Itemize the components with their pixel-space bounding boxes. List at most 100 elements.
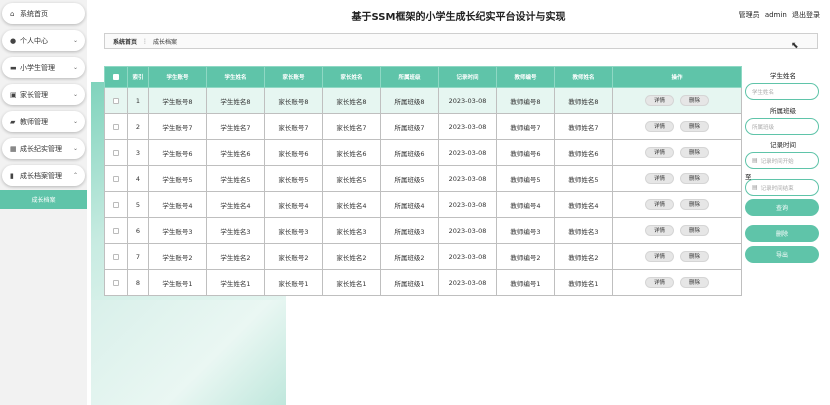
sidebar-item-students[interactable]: ▬ 小学生管理 ⌄ xyxy=(2,57,85,78)
sidebar-item-growth-archive[interactable]: ▮ 成长档案管理 ⌃ xyxy=(2,165,85,186)
row-delete-button[interactable]: 删除 xyxy=(680,199,710,210)
table-cell-index: 1 xyxy=(127,87,149,114)
table-cell-teacher-name: 教师姓名1 xyxy=(554,269,613,296)
detail-button[interactable]: 详情 xyxy=(644,277,674,288)
background-decoration-bottom xyxy=(91,300,286,405)
detail-button[interactable]: 详情 xyxy=(644,199,674,210)
table-cell-class: 所属班级4 xyxy=(380,191,439,218)
table-row[interactable]: 5 学生账号4 学生姓名4 家长账号4 家长姓名4 所属班级4 2023-03-08 教师编号… xyxy=(104,191,742,218)
start-placeholder: 记录时间开始 xyxy=(760,158,794,165)
table-cell-parent-account: 家长账号7 xyxy=(264,113,323,140)
row-checkbox[interactable] xyxy=(104,217,128,244)
table-row[interactable]: 3 学生账号6 学生姓名6 家长账号6 家长姓名6 所属班级6 2023-03-08 教师编号… xyxy=(104,139,742,166)
row-delete-button[interactable]: 删除 xyxy=(680,95,710,106)
table-cell-parent-account: 家长账号2 xyxy=(264,243,323,270)
column-header: 学生账号 xyxy=(148,66,207,88)
row-actions: 详情 删除 xyxy=(612,139,742,166)
row-delete-button[interactable]: 删除 xyxy=(680,173,710,184)
row-checkbox[interactable] xyxy=(104,139,128,166)
sidebar-item-growth-records[interactable]: ▦ 成长纪实管理 ⌄ xyxy=(2,138,85,159)
table-row[interactable]: 1 学生账号8 学生姓名8 家长账号8 家长姓名8 所属班级8 2023-03-08 教师编号… xyxy=(104,87,742,114)
sidebar-item-label: 成长档案管理 xyxy=(20,171,62,180)
column-header: 操作 xyxy=(612,66,742,88)
grid-icon: ▦ xyxy=(10,144,17,153)
table-cell-parent-name: 家长姓名8 xyxy=(322,87,381,114)
row-delete-button[interactable]: 删除 xyxy=(680,277,710,288)
column-header: 记录时间 xyxy=(438,66,497,88)
table-cell-class: 所属班级8 xyxy=(380,87,439,114)
row-checkbox[interactable] xyxy=(104,165,128,192)
column-header: 所属班级 xyxy=(380,66,439,88)
row-delete-button[interactable]: 删除 xyxy=(680,147,710,158)
table-cell-teacher-name: 教师姓名7 xyxy=(554,113,613,140)
page-title: 基于SSM框架的小学生成长纪实平台设计与实现 xyxy=(351,12,566,23)
record-time-end-input[interactable]: ▤ 记录时间结束 xyxy=(745,179,819,196)
row-checkbox[interactable] xyxy=(104,87,128,114)
table-cell-parent-account: 家长账号3 xyxy=(264,217,323,244)
sidebar-item-label: 成长纪实管理 xyxy=(20,144,62,153)
sidebar-subitem-growth-archive[interactable]: 成长档案 xyxy=(0,190,87,209)
table-cell-teacher-no: 教师编号8 xyxy=(496,87,555,114)
column-header: 学生姓名 xyxy=(206,66,265,88)
table-cell-student-name: 学生姓名5 xyxy=(206,165,265,192)
breadcrumb-home[interactable]: 系统首页 xyxy=(113,37,137,46)
record-time-start-input[interactable]: ▤ 记录时间开始 xyxy=(745,152,819,169)
table-row[interactable]: 2 学生账号7 学生姓名7 家长账号7 家长姓名7 所属班级7 2023-03-08 教师编号… xyxy=(104,113,742,140)
table-cell-time: 2023-03-08 xyxy=(438,269,497,296)
table-row[interactable]: 7 学生账号2 学生姓名2 家长账号2 家长姓名2 所属班级2 2023-03-08 教师编号… xyxy=(104,243,742,270)
table-cell-class: 所属班级3 xyxy=(380,217,439,244)
home-icon: ⌂ xyxy=(10,9,15,18)
table-cell-parent-account: 家长账号8 xyxy=(264,87,323,114)
sidebar-item-home[interactable]: ⌂ 系统首页 xyxy=(2,3,85,24)
detail-button[interactable]: 详情 xyxy=(644,225,674,236)
username: admin xyxy=(764,11,787,19)
table-cell-class: 所属班级6 xyxy=(380,139,439,166)
detail-button[interactable]: 详情 xyxy=(644,147,674,158)
sidebar-item-label: 小学生管理 xyxy=(20,63,55,72)
sidebar-item-parents[interactable]: ▣ 家长管理 ⌄ xyxy=(2,84,85,105)
table-cell-student-account: 学生账号7 xyxy=(148,113,207,140)
class-input[interactable]: 所属班级 xyxy=(745,118,819,135)
table-cell-teacher-no: 教师编号5 xyxy=(496,165,555,192)
sidebar-item-teachers[interactable]: ▰ 教师管理 ⌄ xyxy=(2,111,85,132)
export-button[interactable]: 导出 xyxy=(745,246,819,263)
table-row[interactable]: 8 学生账号1 学生姓名1 家长账号1 家长姓名1 所属班级1 2023-03-08 教师编号… xyxy=(104,269,742,296)
table-cell-time: 2023-03-08 xyxy=(438,87,497,114)
row-checkbox[interactable] xyxy=(104,243,128,270)
header: 基于SSM框架的小学生成长纪实平台设计与实现 管理员 admin 退出登录 xyxy=(87,0,830,28)
student-name-label: 学生姓名 xyxy=(770,72,796,80)
row-delete-button[interactable]: 删除 xyxy=(680,121,710,132)
detail-button[interactable]: 详情 xyxy=(644,95,674,106)
select-all-checkbox[interactable] xyxy=(104,66,128,88)
archive-table: 索引 学生账号 学生姓名 家长账号 家长姓名 所属班级 记录时间 教师编号 教师… xyxy=(104,66,742,296)
detail-button[interactable]: 详情 xyxy=(644,173,674,184)
table-cell-student-account: 学生账号1 xyxy=(148,269,207,296)
table-row[interactable]: 6 学生账号3 学生姓名3 家长账号3 家长姓名3 所属班级3 2023-03-08 教师编号… xyxy=(104,217,742,244)
row-checkbox[interactable] xyxy=(104,113,128,140)
row-delete-button[interactable]: 删除 xyxy=(680,251,710,262)
query-button[interactable]: 查询 xyxy=(745,199,819,216)
table-row[interactable]: 4 学生账号5 学生姓名5 家长账号5 家长姓名5 所属班级5 2023-03-08 教师编号… xyxy=(104,165,742,192)
sidebar-item-label: 教师管理 xyxy=(20,117,48,126)
column-header: 家长姓名 xyxy=(322,66,381,88)
table-cell-student-name: 学生姓名8 xyxy=(206,87,265,114)
column-header: 家长账号 xyxy=(264,66,323,88)
person-icon: ● xyxy=(10,36,17,45)
table-cell-index: 7 xyxy=(127,243,149,270)
table-cell-student-account: 学生账号2 xyxy=(148,243,207,270)
delete-button[interactable]: 删除 xyxy=(745,225,819,242)
student-name-input[interactable]: 学生姓名 xyxy=(745,83,819,100)
row-delete-button[interactable]: 删除 xyxy=(680,225,710,236)
table-cell-student-account: 学生账号6 xyxy=(148,139,207,166)
logout-link[interactable]: 退出登录 xyxy=(792,11,820,19)
row-checkbox[interactable] xyxy=(104,191,128,218)
table-cell-time: 2023-03-08 xyxy=(438,217,497,244)
detail-button[interactable]: 详情 xyxy=(644,121,674,132)
table-cell-teacher-name: 教师姓名5 xyxy=(554,165,613,192)
sidebar-item-profile[interactable]: ● 个人中心 ⌄ xyxy=(2,30,85,51)
detail-button[interactable]: 详情 xyxy=(644,251,674,262)
row-checkbox[interactable] xyxy=(104,269,128,296)
table-cell-student-name: 学生姓名2 xyxy=(206,243,265,270)
record-time-label: 记录时间 xyxy=(770,141,796,149)
end-placeholder: 记录时间结束 xyxy=(760,185,794,192)
